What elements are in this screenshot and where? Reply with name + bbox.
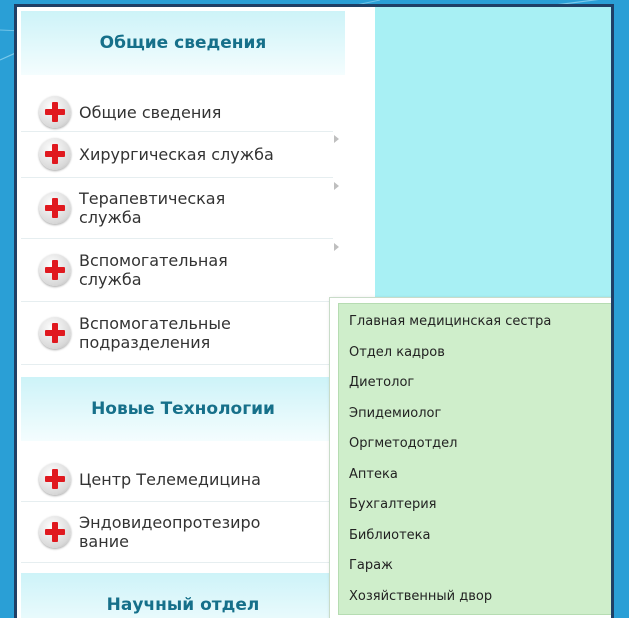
menu-item-label: Общие сведения [79,102,222,122]
menu-item-therapy[interactable]: Терапевтическая служба [21,178,339,239]
content-frame: Общие сведения Общие сведения Хирургичес… [14,4,614,618]
menu-item-telemedicine[interactable]: Центр Телемедицина [21,457,333,502]
menu-item-endoprosthesis[interactable]: Эндовидеопротезиро вание [21,502,333,563]
red-plus-icon [39,96,71,128]
section-header-new-tech: Новые Технологии [21,377,345,441]
menu-item-general-info[interactable]: Общие сведения [21,93,333,132]
sidebar: Общие сведения Общие сведения Хирургичес… [17,7,375,618]
red-plus-icon [39,317,71,349]
red-plus-icon [39,463,71,495]
menu-item-label: Терапевтическая служба [79,189,226,227]
submenu-item[interactable]: Отдел кадров [349,345,445,360]
submenu-auxiliary-departments: Главная медицинская сестра Отдел кадров … [329,297,611,618]
section-header-general: Общие сведения [21,11,345,75]
chevron-right-icon [334,243,339,251]
menu-item-label: Вспомогательные подразделения [79,314,231,352]
submenu-item[interactable]: Аптека [349,467,398,482]
menu-item-label: Эндовидеопротезиро вание [79,513,261,551]
menu-item-surgery[interactable]: Хирургическая служба [21,131,339,178]
submenu-item[interactable]: Оргметодотдел [349,436,457,451]
section-header-science: Научный отдел [21,573,345,618]
submenu-item[interactable]: Хозяйственный двор [349,589,492,604]
submenu-item[interactable]: Главная медицинская сестра [349,314,551,329]
red-plus-icon [39,516,71,548]
submenu-item[interactable]: Бухгалтерия [349,497,437,512]
red-plus-icon [39,192,71,224]
menu-item-label: Вспомогательная служба [79,251,228,289]
menu-item-auxiliary-service[interactable]: Вспомогательная служба [21,239,339,302]
submenu-item[interactable]: Гараж [349,558,393,573]
submenu-panel: Главная медицинская сестра Отдел кадров … [338,303,611,615]
menu-item-label: Центр Телемедицина [79,469,261,489]
red-plus-icon [39,254,71,286]
menu-item-label: Хирургическая служба [79,144,274,164]
menu-item-auxiliary-departments[interactable]: Вспомогательные подразделения [21,302,339,365]
submenu-item[interactable]: Диетолог [349,375,414,390]
submenu-item[interactable]: Эпидемиолог [349,406,441,421]
chevron-right-icon [334,135,339,143]
chevron-right-icon [334,182,339,190]
red-plus-icon [39,138,71,170]
submenu-item[interactable]: Библиотека [349,528,431,543]
